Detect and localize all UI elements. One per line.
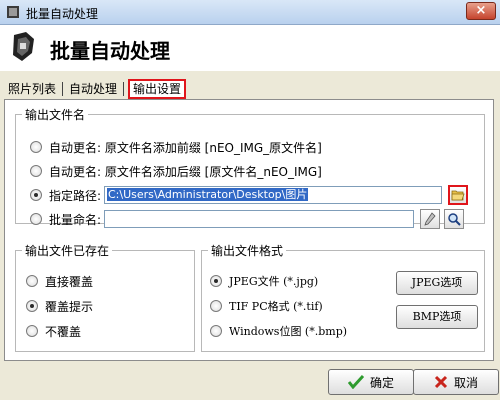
close-button[interactable]: × bbox=[466, 2, 496, 20]
app-icon bbox=[7, 6, 19, 18]
edit-name-button[interactable] bbox=[420, 209, 440, 229]
radio-prefix-rename[interactable]: 自动更名: 原文件名添加前缀 [nEO_IMG_原文件名] bbox=[30, 137, 322, 157]
radio-label: 批量命名: bbox=[49, 212, 102, 227]
cancel-button[interactable]: 取消 bbox=[413, 369, 499, 395]
output-path-text: C:\Users\Administrator\Desktop\图片 bbox=[107, 188, 309, 201]
tab-auto-process[interactable]: 自动处理 bbox=[67, 80, 119, 98]
radio-format-tif[interactable]: TIF PC格式 (*.tif) bbox=[210, 296, 323, 316]
radio-label: TIF PC格式 (*.tif) bbox=[229, 300, 323, 313]
ok-button[interactable]: 确定 bbox=[328, 369, 414, 395]
preview-name-button[interactable] bbox=[444, 209, 464, 229]
radio-button[interactable] bbox=[210, 325, 222, 337]
cancel-label: 取消 bbox=[453, 375, 478, 390]
folder-open-icon bbox=[451, 190, 465, 201]
checkmark-icon bbox=[347, 375, 364, 389]
radio-button[interactable] bbox=[26, 275, 38, 287]
title-bar: 批量自动处理 × bbox=[0, 0, 500, 25]
ok-label: 确定 bbox=[369, 375, 394, 390]
output-settings-panel: 输出文件名 自动更名: 原文件名添加前缀 [nEO_IMG_原文件名] 自动更名… bbox=[4, 99, 494, 361]
radio-label: 不覆盖 bbox=[45, 324, 82, 339]
radio-button[interactable] bbox=[30, 213, 42, 225]
radio-button[interactable] bbox=[210, 275, 222, 287]
tab-output-settings[interactable]: 输出设置 bbox=[128, 79, 187, 99]
radio-button[interactable] bbox=[26, 325, 38, 337]
tab-separator bbox=[123, 82, 125, 96]
radio-label: 自动更名: 原文件名添加后缀 [原文件名_nEO_IMG] bbox=[49, 164, 322, 179]
radio-specified-path[interactable]: 指定路径: bbox=[30, 185, 101, 205]
batch-name-input[interactable] bbox=[104, 210, 414, 228]
file-exists-group: 输出文件已存在 直接覆盖 覆盖提示 不覆盖 bbox=[15, 242, 195, 352]
radio-label: Windows位图 (*.bmp) bbox=[229, 325, 348, 338]
radio-button[interactable] bbox=[30, 189, 42, 201]
tab-bar: 照片列表 自动处理 输出设置 bbox=[6, 79, 187, 99]
cross-icon bbox=[434, 375, 448, 389]
radio-button[interactable] bbox=[30, 165, 42, 177]
radio-format-bmp[interactable]: Windows位图 (*.bmp) bbox=[210, 321, 347, 341]
batch-process-icon bbox=[13, 32, 34, 61]
output-format-legend: 输出文件格式 bbox=[211, 244, 284, 258]
dialog-footer: 确定 取消 bbox=[0, 361, 500, 400]
radio-suffix-rename[interactable]: 自动更名: 原文件名添加后缀 [原文件名_nEO_IMG] bbox=[30, 161, 322, 181]
radio-label: 直接覆盖 bbox=[45, 274, 94, 289]
tab-photo-list[interactable]: 照片列表 bbox=[6, 80, 58, 98]
jpeg-options-button[interactable]: JPEG选项 bbox=[396, 271, 478, 295]
dialog-body: 照片列表 自动处理 输出设置 输出文件名 自动更名: 原文件名添加前缀 [nEO… bbox=[0, 71, 500, 400]
radio-overwrite[interactable]: 直接覆盖 bbox=[26, 271, 93, 291]
radio-batch-name[interactable]: 批量命名: bbox=[30, 209, 101, 229]
dialog-header: 批量自动处理 bbox=[0, 25, 500, 71]
tab-separator bbox=[62, 82, 64, 96]
magnifier-icon bbox=[448, 213, 461, 226]
pencil-icon bbox=[424, 212, 436, 226]
output-path-input[interactable]: C:\Users\Administrator\Desktop\图片 bbox=[104, 186, 442, 204]
file-exists-legend: 输出文件已存在 bbox=[25, 244, 110, 258]
radio-format-jpeg[interactable]: JPEG文件 (*.jpg) bbox=[210, 271, 318, 291]
page-title: 批量自动处理 bbox=[50, 39, 170, 63]
window-title: 批量自动处理 bbox=[26, 7, 99, 21]
radio-label: JPEG文件 (*.jpg) bbox=[229, 275, 319, 288]
output-filename-group: 输出文件名 自动更名: 原文件名添加前缀 [nEO_IMG_原文件名] 自动更名… bbox=[15, 106, 485, 229]
radio-label: 覆盖提示 bbox=[45, 299, 94, 314]
radio-button[interactable] bbox=[210, 300, 222, 312]
radio-button[interactable] bbox=[26, 300, 38, 312]
radio-label: 指定路径: bbox=[49, 188, 102, 203]
output-filename-legend: 输出文件名 bbox=[25, 108, 86, 122]
bmp-options-button[interactable]: BMP选项 bbox=[396, 305, 478, 329]
radio-label: 自动更名: 原文件名添加前缀 [nEO_IMG_原文件名] bbox=[49, 140, 322, 155]
output-format-group: 输出文件格式 JPEG文件 (*.jpg) TIF PC格式 (*.tif) W… bbox=[201, 242, 485, 352]
radio-overwrite-prompt[interactable]: 覆盖提示 bbox=[26, 296, 93, 316]
browse-folder-button[interactable] bbox=[448, 185, 468, 205]
radio-button[interactable] bbox=[30, 141, 42, 153]
radio-no-overwrite[interactable]: 不覆盖 bbox=[26, 321, 81, 341]
